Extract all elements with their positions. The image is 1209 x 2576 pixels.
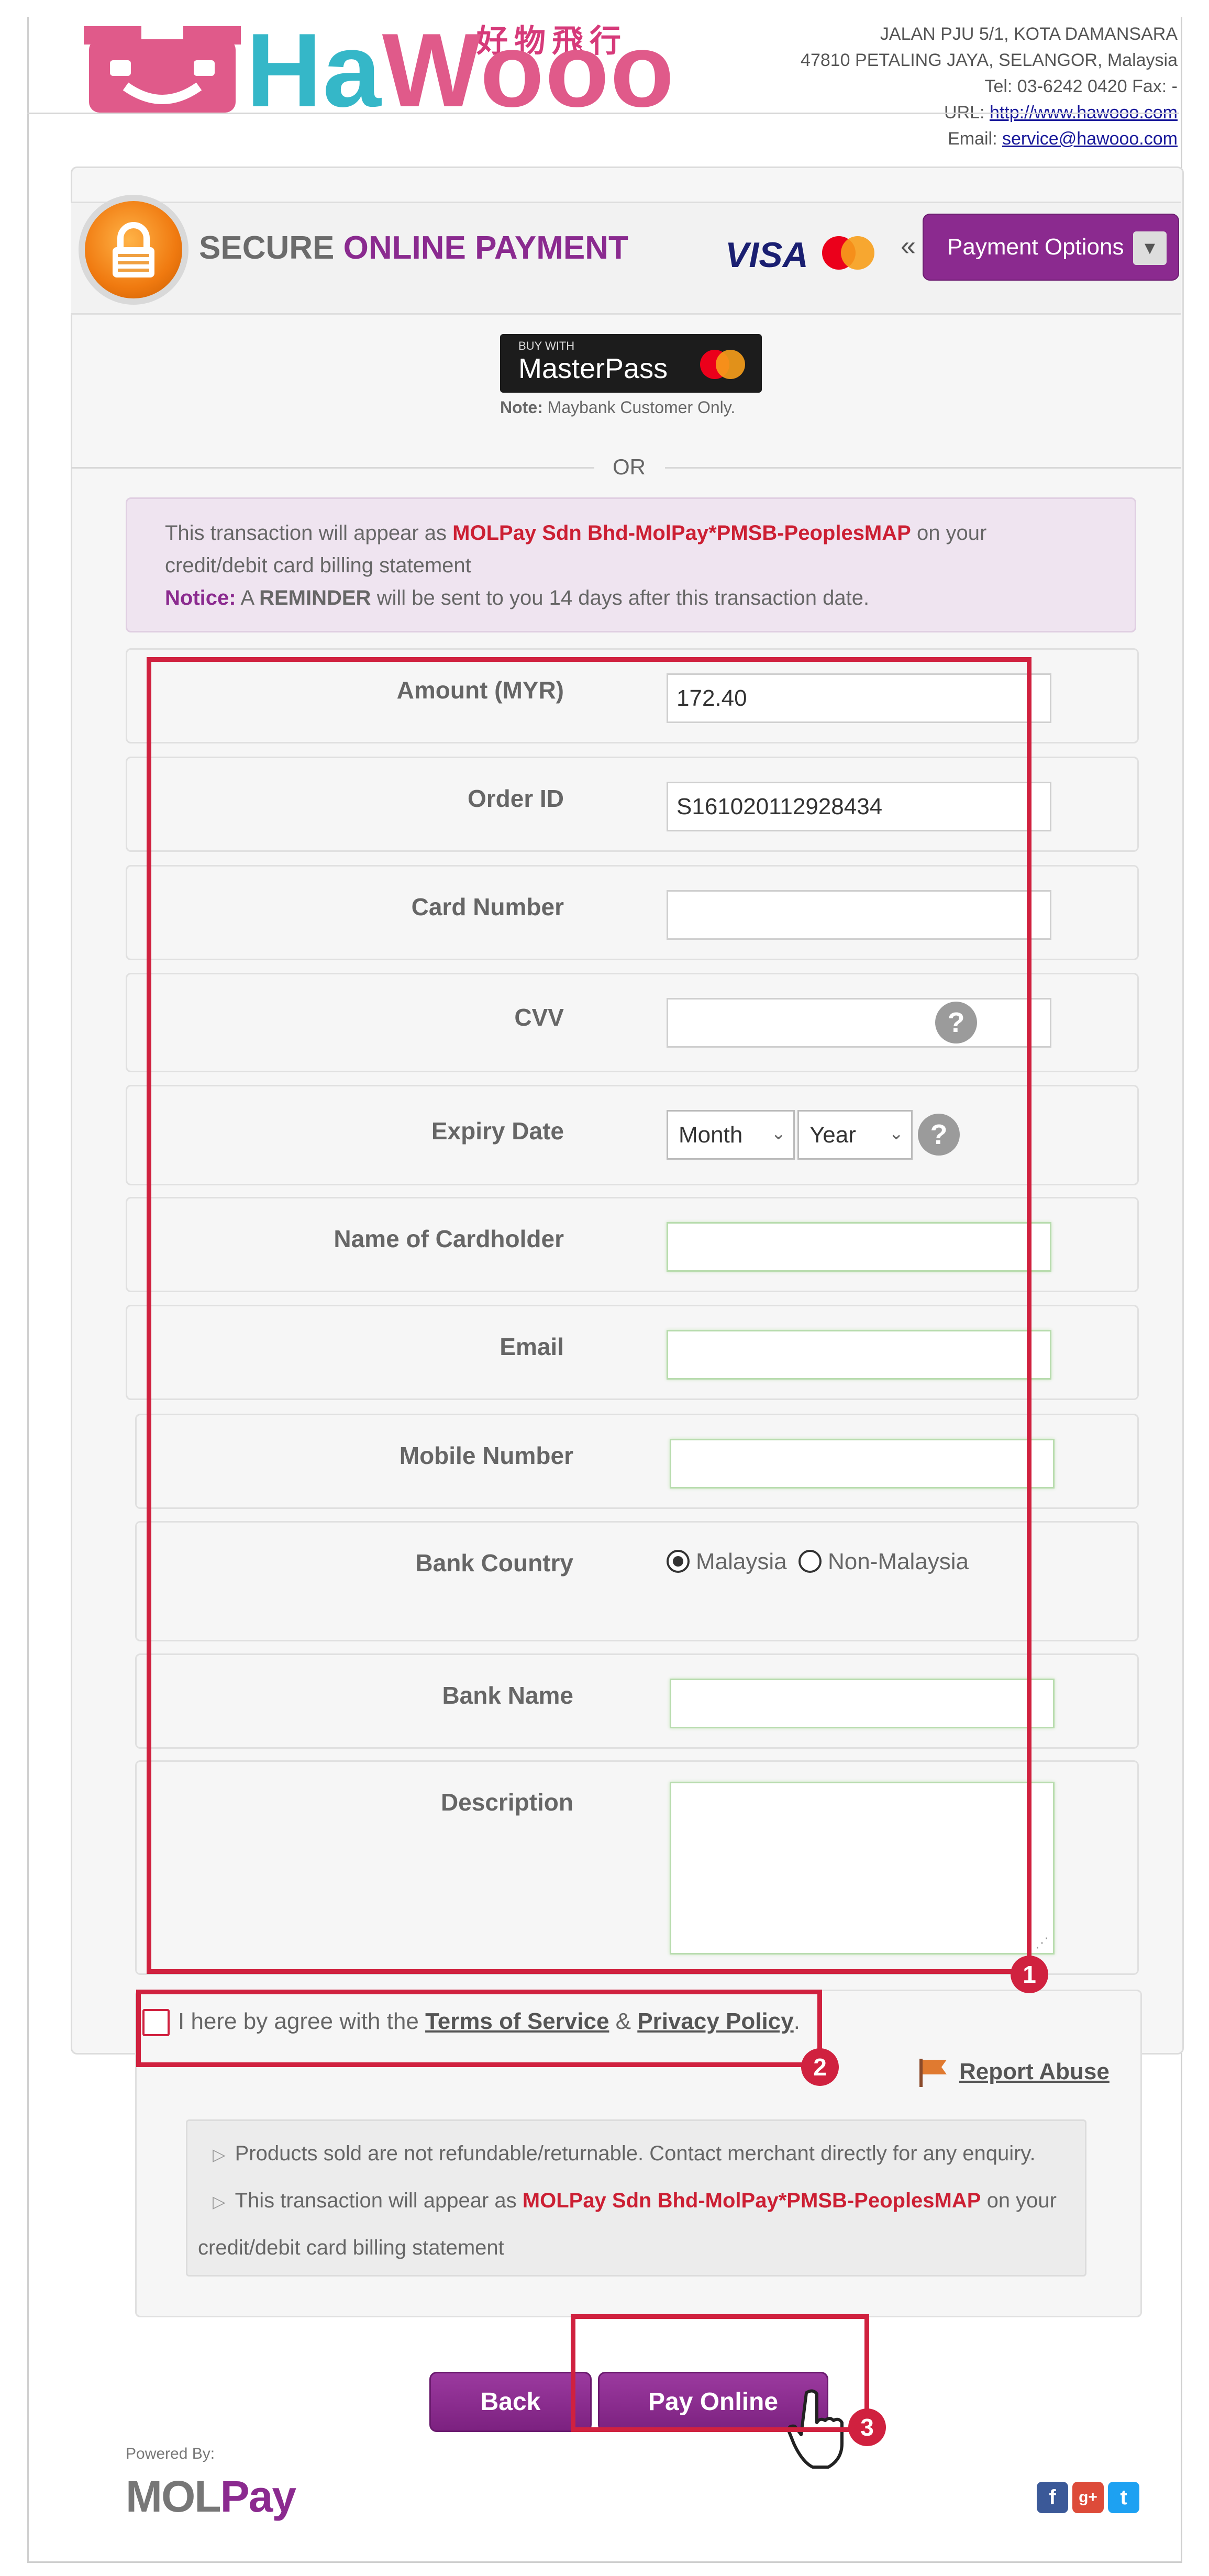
- phone-line: Tel: 03-6242 0420 Fax: -: [984, 76, 1178, 96]
- lock-icon: [79, 195, 188, 305]
- mastercard-logo-icon: [822, 236, 874, 270]
- merchant-address: JALAN PJU 5/1, KOTA DAMANSARA 47810 PETA…: [801, 21, 1178, 152]
- highlight-pay-box: [571, 2314, 869, 2432]
- flag-icon: [919, 2059, 947, 2087]
- payment-options-label: Payment Options: [947, 234, 1124, 260]
- or-separator: OR: [613, 454, 646, 479]
- secure-payment-title: SECURE ONLINE PAYMENT: [199, 230, 628, 266]
- merchant-info-box: ▷ Products sold are not refundable/return…: [186, 2119, 1086, 2277]
- triangle-right-icon: ▷: [213, 2145, 226, 2164]
- email-label: Email:: [948, 129, 997, 149]
- billing-notice: This transaction will appear as MOLPay S…: [126, 497, 1136, 632]
- dropdown-arrow-icon: ▼: [1133, 231, 1167, 265]
- highlight-agreement-box: [136, 1990, 822, 2067]
- annotation-badge-1: 1: [1011, 1956, 1048, 1993]
- masterpass-note: Note: Maybank Customer Only.: [500, 398, 736, 417]
- logo-text: HaWooo: [246, 12, 675, 129]
- highlight-form-box: [147, 657, 1031, 1974]
- back-button[interactable]: Back: [429, 2372, 592, 2432]
- separator-glyph: «: [901, 231, 916, 261]
- payment-options-button[interactable]: Payment Options ▼: [923, 214, 1179, 281]
- divider-left: [71, 467, 594, 469]
- merchant-email-link[interactable]: service@hawooo.com: [1002, 129, 1178, 149]
- resize-handle-icon[interactable]: ⋰: [1035, 1935, 1049, 1951]
- divider-right: [665, 467, 1181, 469]
- hawooo-logo-icon: [84, 26, 241, 113]
- facebook-icon[interactable]: f: [1037, 2482, 1068, 2513]
- header-divider: [27, 113, 1179, 114]
- mastercard-icon: [700, 350, 745, 379]
- visa-logo: VISA: [725, 235, 808, 275]
- annotation-badge-3: 3: [848, 2408, 886, 2446]
- twitter-icon[interactable]: t: [1108, 2482, 1139, 2513]
- molpay-logo: MOLPay: [126, 2472, 296, 2521]
- masterpass-buy-with: BUY WITH: [518, 339, 575, 352]
- address-line: 47810 PETALING JAYA, SELANGOR, Malaysia: [801, 50, 1178, 70]
- triangle-right-icon: ▷: [213, 2192, 226, 2211]
- masterpass-label: MasterPass: [518, 353, 668, 384]
- annotation-badge-2: 2: [801, 2048, 839, 2086]
- address-line: JALAN PJU 5/1, KOTA DAMANSARA: [880, 24, 1178, 44]
- masterpass-button[interactable]: BUY WITH MasterPass: [500, 334, 762, 393]
- google-plus-icon[interactable]: g+: [1072, 2482, 1104, 2513]
- powered-by-label: Powered By:: [126, 2445, 215, 2462]
- report-abuse-link[interactable]: Report Abuse: [959, 2059, 1110, 2085]
